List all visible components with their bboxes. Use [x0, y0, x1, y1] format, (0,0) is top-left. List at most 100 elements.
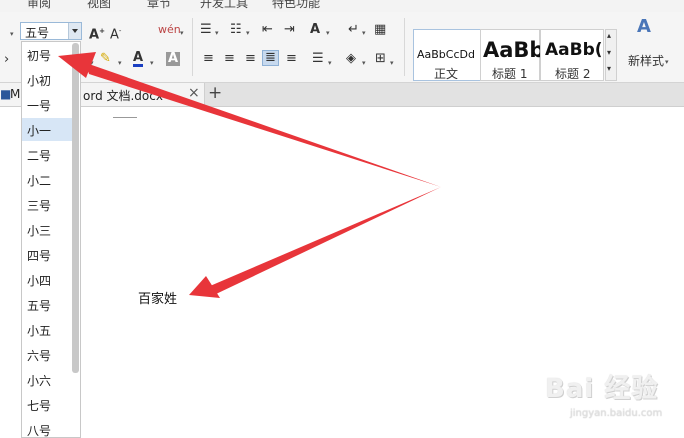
- distribute-icon[interactable]: ≡: [286, 52, 297, 66]
- line-break-dropdown-icon[interactable]: ▾: [362, 26, 366, 40]
- style-sample: AaBb: [483, 38, 545, 62]
- font-size-option[interactable]: 八号: [22, 418, 72, 438]
- font-size-dropdown-button[interactable]: [68, 23, 81, 39]
- chevron-up-icon: ▴: [607, 31, 612, 40]
- new-style-icon[interactable]: A: [637, 18, 651, 36]
- font-color-dropdown-icon[interactable]: ▾: [150, 56, 154, 70]
- font-size-option[interactable]: 小六: [22, 368, 72, 391]
- numbering-icon[interactable]: ☷: [230, 23, 242, 37]
- document-text[interactable]: 百家姓: [138, 288, 177, 307]
- font-color-icon[interactable]: A: [133, 51, 144, 67]
- font-size-option[interactable]: 初号: [22, 43, 72, 66]
- watermark-logo: Bai 经验: [545, 374, 659, 404]
- font-size-option-label: 四号: [27, 249, 52, 263]
- format-dropdown-icon[interactable]: ▾: [90, 56, 94, 70]
- text-effect-icon[interactable]: A: [310, 23, 320, 37]
- pinyin-dropdown-icon[interactable]: ▾: [180, 26, 184, 40]
- line-spacing-dropdown-icon[interactable]: ▾: [328, 56, 332, 70]
- borders-dropdown-icon[interactable]: ▾: [390, 56, 394, 70]
- font-size-option-label: 小五: [27, 324, 52, 338]
- font-dropdown-arrow-icon-2[interactable]: ›: [4, 53, 9, 67]
- font-size-option[interactable]: 小一: [22, 118, 72, 141]
- font-size-option-label: 七号: [27, 399, 52, 413]
- pinyin-icon[interactable]: wén: [158, 23, 181, 37]
- font-size-value: 五号: [25, 26, 50, 40]
- font-size-option-label: 五号: [27, 299, 52, 313]
- font-size-option-label: 小二: [27, 174, 52, 188]
- tab-left-fragment: M: [10, 87, 21, 101]
- font-size-option-label: 一号: [27, 99, 52, 113]
- dropdown-scrollbar[interactable]: [72, 43, 79, 373]
- menu-review[interactable]: 审阅: [27, 0, 51, 11]
- shrink-font-icon[interactable]: A-: [110, 24, 121, 42]
- style-name: 正文: [434, 67, 459, 81]
- font-size-option[interactable]: 小初: [22, 68, 72, 91]
- char-shading-icon[interactable]: A: [166, 52, 181, 66]
- text-effect-dropdown-icon[interactable]: ▾: [326, 26, 330, 40]
- document-tabs: ■ M ord 文档.docx × +: [0, 83, 684, 107]
- numbering-dropdown-icon[interactable]: ▾: [246, 26, 250, 40]
- ribbon: ▾ › 五号 A+ A- wén ▾ ☰ ▾ ☷ ▾ ⇤ ⇥ A ▾ ↵ ▾ ▦…: [0, 12, 684, 83]
- highlight-dropdown-icon[interactable]: ▾: [118, 56, 122, 70]
- font-size-option[interactable]: 五号: [22, 293, 72, 316]
- new-style-label[interactable]: 新样式: [628, 52, 664, 69]
- font-size-option[interactable]: 四号: [22, 243, 72, 266]
- font-size-option[interactable]: 三号: [22, 193, 72, 216]
- shading-dropdown-icon[interactable]: ▾: [362, 56, 366, 70]
- align-center-icon[interactable]: ≡: [224, 52, 235, 66]
- font-size-option-label: 六号: [27, 349, 52, 363]
- font-size-option[interactable]: 小二: [22, 168, 72, 191]
- new-style-dropdown-icon[interactable]: ▾: [665, 55, 669, 69]
- font-size-option[interactable]: 小四: [22, 268, 72, 291]
- borders-icon[interactable]: ⊞: [375, 52, 386, 66]
- font-dropdown-arrow-icon[interactable]: ▾: [10, 27, 14, 41]
- bullets-dropdown-icon[interactable]: ▾: [215, 26, 219, 40]
- chevron-down-icon: [72, 29, 78, 33]
- style-name: 标题 2: [555, 67, 591, 81]
- font-size-option[interactable]: 小三: [22, 218, 72, 241]
- font-size-box[interactable]: 五号: [20, 22, 82, 40]
- align-left-icon[interactable]: ≡: [203, 52, 214, 66]
- table-icon[interactable]: ▦: [374, 23, 386, 37]
- justify-icon[interactable]: ≣: [262, 50, 279, 66]
- menu-bar: 审阅 视图 章节 开发工具 特色功能: [0, 0, 684, 12]
- menu-developer[interactable]: 开发工具: [200, 0, 248, 11]
- align-right-icon[interactable]: ≡: [245, 52, 256, 66]
- close-icon[interactable]: ×: [188, 85, 200, 101]
- font-size-option-label: 初号: [27, 49, 52, 63]
- font-size-option[interactable]: 小五: [22, 318, 72, 341]
- font-size-option[interactable]: 六号: [22, 343, 72, 366]
- font-size-option-label: 小六: [27, 374, 52, 388]
- bullets-icon[interactable]: ☰: [200, 23, 212, 37]
- tab-title: ord 文档.docx: [83, 89, 163, 103]
- highlight-icon[interactable]: ✎: [100, 52, 111, 66]
- grow-font-icon[interactable]: A+: [89, 24, 105, 42]
- style-sample: AaBb(: [545, 40, 603, 60]
- style-heading-2[interactable]: AaBb( 标题 2: [540, 29, 604, 81]
- line-break-icon[interactable]: ↵: [348, 23, 359, 37]
- shading-icon[interactable]: ◈: [346, 52, 356, 66]
- add-tab-icon[interactable]: +: [208, 83, 222, 103]
- menu-special[interactable]: 特色功能: [272, 0, 320, 11]
- menu-chapter[interactable]: 章节: [147, 0, 171, 11]
- font-size-option-label: 小一: [27, 124, 52, 138]
- margin-marker: [113, 117, 137, 118]
- style-heading-1[interactable]: AaBb 标题 1: [480, 29, 544, 81]
- styles-scroll[interactable]: ▴ ▾ ▾: [605, 29, 617, 81]
- style-name: 标题 1: [492, 67, 528, 81]
- line-spacing-icon[interactable]: ☰: [312, 52, 324, 66]
- style-sample: AaBbCcDd: [417, 48, 475, 61]
- font-size-option[interactable]: 七号: [22, 393, 72, 416]
- increase-indent-icon[interactable]: ⇥: [284, 23, 295, 37]
- font-size-option-label: 三号: [27, 199, 52, 213]
- group-divider: [192, 18, 193, 76]
- group-divider-2: [404, 18, 405, 76]
- style-normal[interactable]: AaBbCcDd 正文: [413, 29, 481, 81]
- font-size-option[interactable]: 一号: [22, 93, 72, 116]
- font-size-option-label: 八号: [27, 424, 52, 438]
- font-size-option-label: 小四: [27, 274, 52, 288]
- decrease-indent-icon[interactable]: ⇤: [262, 23, 273, 37]
- font-size-option[interactable]: 二号: [22, 143, 72, 166]
- font-size-dropdown[interactable]: 初号小初一号小一二号小二三号小三四号小四五号小五六号小六七号八号: [21, 41, 81, 438]
- menu-view[interactable]: 视图: [87, 0, 111, 11]
